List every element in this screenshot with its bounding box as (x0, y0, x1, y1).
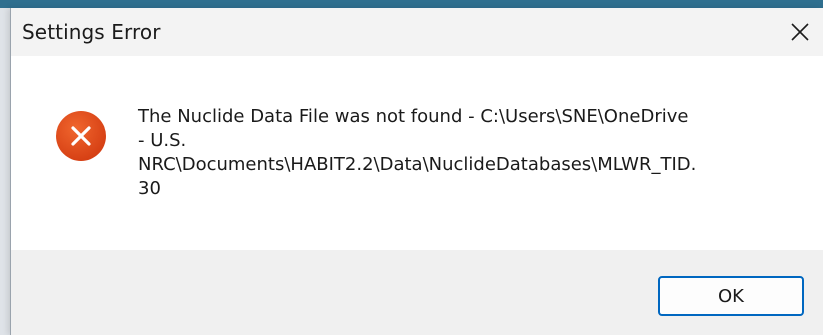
ok-button[interactable]: OK (658, 276, 804, 316)
title-bar[interactable]: Settings Error (11, 8, 823, 56)
error-message: The Nuclide Data File was not found - C:… (138, 106, 697, 199)
close-icon (790, 22, 810, 42)
error-icon (55, 110, 107, 162)
close-button[interactable] (777, 8, 823, 56)
dialog-content: The Nuclide Data File was not found - C:… (11, 56, 823, 250)
settings-error-dialog: Settings Error The Nuclide Data File was… (10, 8, 823, 335)
window-top-strip (0, 0, 823, 8)
dialog-footer: OK (11, 250, 823, 335)
dialog-title: Settings Error (22, 20, 161, 44)
